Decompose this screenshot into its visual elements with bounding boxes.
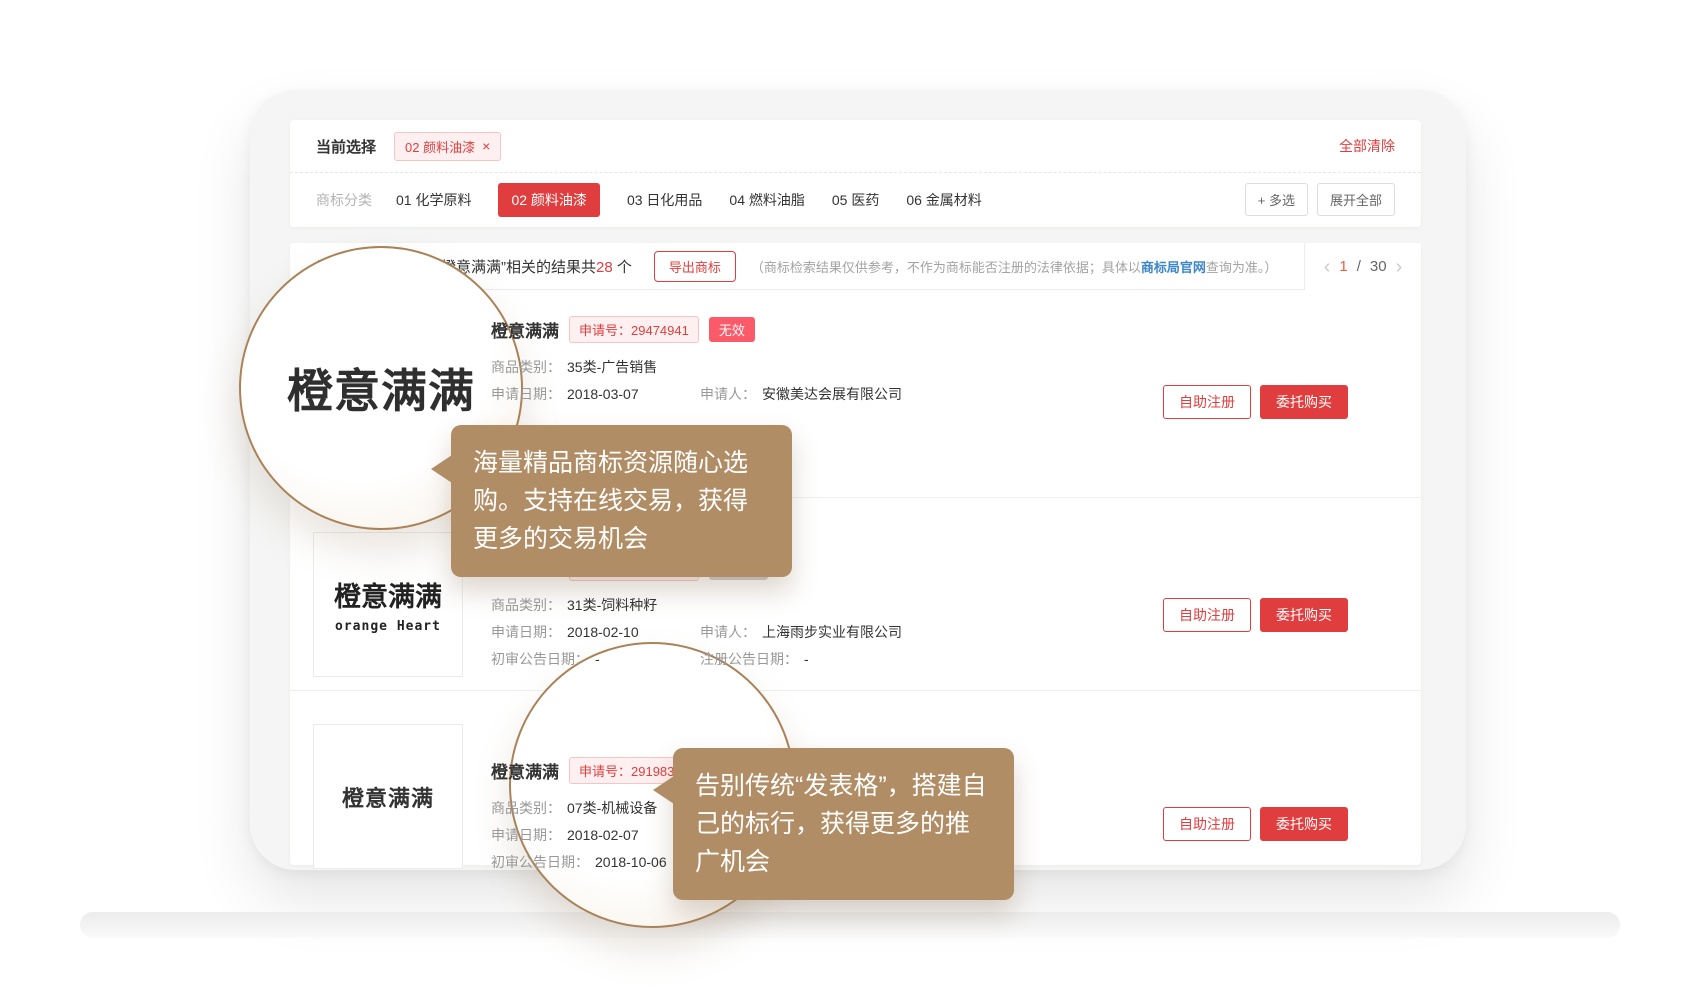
publication-line: 初审公告日期： 2018-10-06 bbox=[491, 852, 699, 872]
row-actions: 自助注册 委托购买 bbox=[1163, 807, 1348, 841]
category-item-02-active[interactable]: 02 颜料油漆 bbox=[498, 183, 599, 217]
field-label: 初审公告日期： bbox=[491, 854, 589, 870]
pagination-current: 1 bbox=[1339, 258, 1347, 275]
field-label: 注册公告日期： bbox=[700, 651, 798, 667]
pagination-total: 30 bbox=[1370, 258, 1387, 275]
disclaimer-suffix: 查询为准。） bbox=[1206, 260, 1278, 275]
category-item-04[interactable]: 04 燃料油脂 bbox=[729, 183, 804, 217]
row-actions: 自助注册 委托购买 bbox=[1163, 598, 1348, 632]
multi-select-button[interactable]: + 多选 bbox=[1245, 183, 1308, 216]
field-label: 申请日期： bbox=[491, 386, 561, 402]
field-value: 35类-广告销售 bbox=[567, 359, 657, 375]
publication-line: 初审公告日期：-注册公告日期：- bbox=[491, 649, 902, 669]
field-value: 07类-机械设备 bbox=[567, 800, 657, 816]
application-number-label: 申请号： bbox=[579, 323, 631, 338]
field-value: 2018-02-07 bbox=[567, 827, 639, 843]
pagination-separator: / bbox=[1357, 258, 1361, 275]
field-label: 申请人： bbox=[700, 624, 756, 640]
trademark-image[interactable]: 橙意满满 orange Heart bbox=[313, 532, 463, 677]
clear-all-button[interactable]: 全部清除 bbox=[1339, 136, 1395, 156]
row-details: 橙意满满 申请号：29474941 无效 商品类别： 35类-广告销售 申请日期：… bbox=[491, 316, 902, 404]
self-register-button[interactable]: 自助注册 bbox=[1163, 807, 1251, 841]
magnified-trademark-text: 橙意满满 bbox=[287, 355, 475, 421]
trademark-office-link[interactable]: 商标局官网 bbox=[1141, 260, 1206, 275]
category-item-06[interactable]: 06 金属材料 bbox=[906, 183, 981, 217]
entrust-buy-button[interactable]: 委托购买 bbox=[1260, 598, 1348, 632]
date-line: 申请日期： 2018-03-07 申请人： 安徽美达会展有限公司 bbox=[491, 384, 902, 404]
result-count: 28 bbox=[596, 259, 613, 276]
field-label: 商品类别： bbox=[491, 800, 561, 816]
field-value: - bbox=[595, 651, 600, 667]
category-item-03[interactable]: 03 日化用品 bbox=[627, 183, 702, 217]
pagination: ‹ 1 / 30 › bbox=[1304, 243, 1421, 290]
trademark-title: 橙意满满 bbox=[491, 758, 559, 783]
export-trademarks-button[interactable]: 导出商标 bbox=[654, 251, 736, 282]
category-line: 商品类别： 31类-饲料种籽 bbox=[491, 595, 902, 615]
trademark-mark-text: 橙意满满 bbox=[334, 575, 442, 614]
close-icon[interactable]: × bbox=[482, 139, 490, 153]
date-line: 申请日期： 2018-02-07 bbox=[491, 825, 699, 845]
chevron-left-icon[interactable]: ‹ bbox=[1324, 257, 1331, 277]
trademark-title: 橙意满满 bbox=[491, 317, 559, 342]
field-value: 上海雨步实业有限公司 bbox=[762, 624, 902, 640]
trademark-image[interactable]: 橙意满满 bbox=[313, 724, 463, 869]
status-badge: 无效 bbox=[709, 317, 755, 342]
field-label: 申请日期： bbox=[491, 827, 561, 843]
trademark-mark-text: 橙意满满 bbox=[342, 781, 434, 813]
row-actions: 自助注册 委托购买 bbox=[1163, 385, 1348, 419]
application-number-value: 29474941 bbox=[631, 323, 689, 338]
self-register-button[interactable]: 自助注册 bbox=[1163, 598, 1251, 632]
field-label: 申请人： bbox=[700, 386, 756, 402]
current-selection-row: 当前选择 02 颜料油漆 × 全部清除 bbox=[290, 120, 1421, 173]
field-label: 申请日期： bbox=[491, 624, 561, 640]
application-number-label: 申请号： bbox=[579, 764, 631, 779]
disclaimer: （商标检索结果仅供参考，不作为商标能否注册的法律依据；具体以商标局官网查询为准。… bbox=[751, 257, 1278, 276]
field-label: 商品类别： bbox=[491, 597, 561, 613]
selected-filter-tag[interactable]: 02 颜料油漆 × bbox=[394, 132, 501, 161]
field-value: 2018-02-10 bbox=[567, 624, 639, 640]
category-label: 商标分类 bbox=[316, 190, 372, 210]
field-value: 2018-03-07 bbox=[567, 386, 639, 402]
tooltip-promotion: 告别传统“发表格”，搭建自己的标行，获得更多的推广机会 bbox=[673, 748, 1014, 900]
disclaimer-prefix: （商标检索结果仅供参考，不作为商标能否注册的法律依据；具体以 bbox=[751, 260, 1141, 275]
date-line: 申请日期： 2018-02-10 申请人： 上海雨步实业有限公司 bbox=[491, 622, 902, 642]
selected-filter-tag-label: 02 颜料油漆 bbox=[405, 137, 475, 156]
chevron-right-icon[interactable]: › bbox=[1396, 257, 1403, 277]
trademark-mark-subtext: orange Heart bbox=[335, 619, 441, 634]
category-line: 商品类别： 35类-广告销售 bbox=[491, 357, 902, 377]
entrust-buy-button[interactable]: 委托购买 bbox=[1260, 385, 1348, 419]
summary-suffix: 个 bbox=[613, 259, 632, 276]
field-value: 31类-饲料种籽 bbox=[567, 597, 657, 613]
category-row: 商标分类 01 化学原料 02 颜料油漆 03 日化用品 04 燃料油脂 05 … bbox=[290, 173, 1421, 226]
laptop-base bbox=[80, 912, 1620, 938]
tooltip-marketplace: 海量精品商标资源随心选购。支持在线交易，获得更多的交易机会 bbox=[451, 425, 792, 577]
field-label: 商品类别： bbox=[491, 359, 561, 375]
field-value: 安徽美达会展有限公司 bbox=[762, 386, 902, 402]
field-value: - bbox=[804, 651, 809, 667]
filter-card: 当前选择 02 颜料油漆 × 全部清除 商标分类 01 化学原料 02 颜料油漆… bbox=[290, 120, 1421, 227]
field-label: 初审公告日期： bbox=[491, 651, 589, 667]
page: 当前选择 02 颜料油漆 × 全部清除 商标分类 01 化学原料 02 颜料油漆… bbox=[0, 0, 1696, 1002]
entrust-buy-button[interactable]: 委托购买 bbox=[1260, 807, 1348, 841]
category-item-05[interactable]: 05 医药 bbox=[832, 183, 879, 217]
application-number-tag: 申请号：29474941 bbox=[569, 316, 699, 343]
field-value: 2018-10-06 bbox=[595, 854, 667, 870]
expand-all-button[interactable]: 展开全部 bbox=[1317, 183, 1395, 216]
title-line: 橙意满满 申请号：29474941 无效 bbox=[491, 316, 902, 342]
category-item-01[interactable]: 01 化学原料 bbox=[396, 183, 471, 217]
current-selection-label: 当前选择 bbox=[316, 136, 376, 157]
self-register-button[interactable]: 自助注册 bbox=[1163, 385, 1251, 419]
row-details: 橙意满满 申请号：29198321 商品类别：07类-机械设备 申请日期：201… bbox=[491, 757, 699, 872]
